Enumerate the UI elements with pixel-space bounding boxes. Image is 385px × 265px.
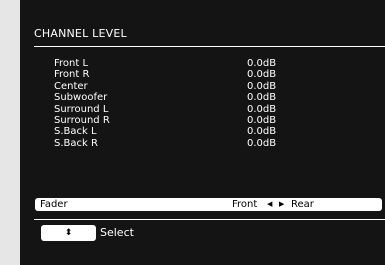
fader-rear-label: Rear: [291, 199, 314, 210]
arrow-right-icon[interactable]: ▶: [279, 198, 284, 211]
channel-value: 0.0dB: [247, 92, 277, 104]
channel-label: Surround R: [54, 114, 110, 126]
channel-label: Surround L: [54, 103, 109, 115]
channel-row-front-r[interactable]: Front R 0.0dB: [34, 69, 385, 80]
channel-row-front-l[interactable]: Front L 0.0dB: [34, 58, 385, 69]
fader-label: Fader: [40, 199, 68, 210]
select-hint: Select: [100, 226, 134, 239]
channel-row-sback-r[interactable]: S.Back R 0.0dB: [34, 138, 385, 149]
channel-label: S.Back R: [54, 137, 98, 149]
channel-label: S.Back L: [54, 126, 97, 138]
title-divider: [34, 46, 385, 47]
channel-value: 0.0dB: [247, 114, 277, 126]
fader-front-label: Front: [232, 199, 258, 210]
channel-label: Front R: [54, 69, 90, 81]
channel-value: 0.0dB: [247, 126, 277, 138]
channel-row-surround-r[interactable]: Surround R 0.0dB: [34, 115, 385, 126]
channel-label: Front L: [54, 58, 89, 69]
channel-label: Subwoofer: [54, 92, 108, 104]
channel-value: 0.0dB: [247, 58, 277, 69]
channel-value: 0.0dB: [247, 137, 277, 149]
channel-value: 0.0dB: [247, 69, 277, 81]
arrow-left-icon[interactable]: ◀: [267, 198, 272, 211]
channel-row-subwoofer[interactable]: Subwoofer 0.0dB: [34, 92, 385, 103]
channel-list: Front L 0.0dB Front R 0.0dB Center 0.0dB…: [34, 58, 385, 149]
channel-label: Center: [54, 80, 88, 92]
channel-value: 0.0dB: [247, 103, 277, 115]
page-title: CHANNEL LEVEL: [34, 27, 127, 40]
channel-level-screen: CHANNEL LEVEL Front L 0.0dB Front R 0.0d…: [20, 0, 385, 265]
channel-value: 0.0dB: [247, 80, 277, 92]
footer-divider: [34, 219, 385, 220]
channel-row-sback-l[interactable]: S.Back L 0.0dB: [34, 126, 385, 137]
fader-row-selected[interactable]: Fader Front ◀ ▶ Rear: [35, 198, 382, 211]
channel-row-surround-l[interactable]: Surround L 0.0dB: [34, 104, 385, 115]
channel-row-center[interactable]: Center 0.0dB: [34, 81, 385, 92]
up-down-key-icon: ⬍: [41, 225, 96, 241]
